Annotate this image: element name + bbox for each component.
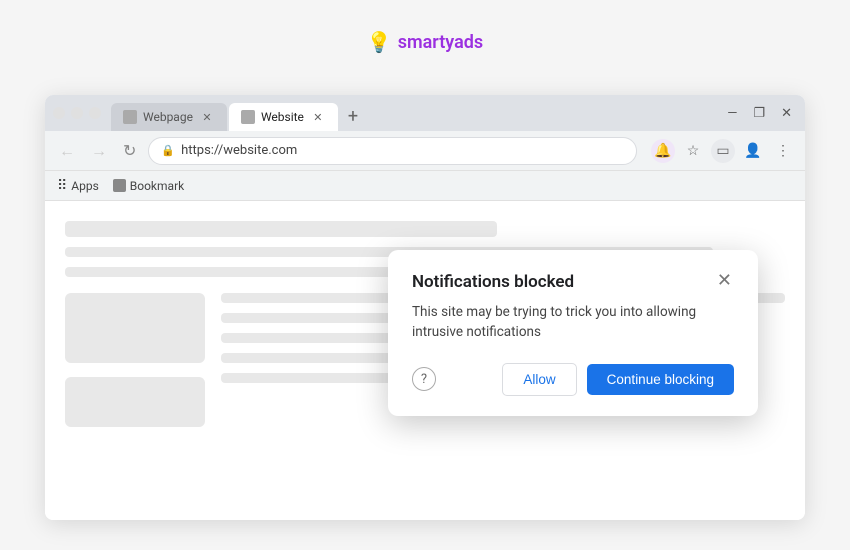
reload-button[interactable]: ↻	[119, 139, 140, 162]
tab-webpage[interactable]: Webpage ✕	[111, 103, 227, 131]
content-left	[65, 293, 205, 441]
menu-icon[interactable]: ⋮	[771, 139, 795, 163]
bookmark-label: Bookmark	[130, 179, 184, 193]
popup-close-button[interactable]: ✕	[715, 272, 734, 290]
minimize-button[interactable]	[53, 107, 65, 119]
allow-button[interactable]: Allow	[502, 363, 576, 396]
placeholder-image	[65, 293, 205, 363]
apps-bookmark[interactable]: ⠿ Apps	[57, 178, 99, 194]
url-text: https://website.com	[181, 143, 624, 158]
popup-actions: ? Allow Continue blocking	[412, 363, 734, 396]
logo-icon: 💡	[367, 30, 392, 54]
apps-grid-icon: ⠿	[57, 178, 67, 194]
bookmarks-bar: ⠿ Apps Bookmark	[45, 171, 805, 201]
popup-body: This site may be trying to trick you int…	[412, 302, 734, 343]
bookmark-item[interactable]: Bookmark	[113, 179, 184, 193]
placeholder-heading	[65, 221, 497, 237]
continue-blocking-button[interactable]: Continue blocking	[587, 364, 734, 395]
logo: 💡 smartyads	[367, 30, 483, 54]
toolbar-icons: 🔔 ☆ ▭ 👤 ⋮	[651, 139, 795, 163]
close-window-button[interactable]	[89, 107, 101, 119]
tab-favicon	[123, 110, 137, 124]
bookmark-favicon	[113, 179, 126, 192]
tab-bar: Webpage ✕ Website ✕ +	[111, 95, 718, 131]
tab-close-website[interactable]: ✕	[310, 109, 326, 125]
lock-icon: 🔒	[161, 144, 175, 157]
popup-header: Notifications blocked ✕	[412, 272, 734, 292]
tab-webpage-label: Webpage	[143, 110, 193, 124]
window-minimize-btn[interactable]: —	[722, 104, 742, 123]
tab-website-label: Website	[261, 110, 304, 124]
bookmark-star-icon[interactable]: ☆	[681, 139, 705, 163]
new-tab-button[interactable]: +	[340, 103, 366, 131]
tab-website[interactable]: Website ✕	[229, 103, 338, 131]
window-maximize-btn[interactable]: ❐	[748, 104, 770, 123]
logo-text: smartyads	[398, 32, 483, 53]
tab-close-webpage[interactable]: ✕	[199, 109, 215, 125]
browser-window: Webpage ✕ Website ✕ + — ❐ ✕ ← → ↻ 🔒 http…	[45, 95, 805, 520]
forward-button[interactable]: →	[87, 139, 111, 163]
cast-icon[interactable]: ▭	[711, 139, 735, 163]
tab-favicon-active	[241, 110, 255, 124]
profile-icon[interactable]: 👤	[741, 139, 765, 163]
window-controls	[53, 107, 101, 119]
notifications-blocked-icon[interactable]: 🔔	[651, 139, 675, 163]
address-bar[interactable]: 🔒 https://website.com	[148, 137, 637, 165]
help-button[interactable]: ?	[412, 367, 436, 391]
window-close-btn[interactable]: ✕	[776, 104, 797, 123]
placeholder-image-2	[65, 377, 205, 427]
popup-title: Notifications blocked	[412, 272, 574, 292]
notification-popup: Notifications blocked ✕ This site may be…	[388, 250, 758, 416]
back-button[interactable]: ←	[55, 139, 79, 163]
apps-label: Apps	[71, 179, 99, 193]
window-right-controls: — ❐ ✕	[722, 104, 797, 123]
browser-titlebar: Webpage ✕ Website ✕ + — ❐ ✕	[45, 95, 805, 131]
browser-toolbar: ← → ↻ 🔒 https://website.com 🔔 ☆ ▭ 👤 ⋮	[45, 131, 805, 171]
maximize-button[interactable]	[71, 107, 83, 119]
